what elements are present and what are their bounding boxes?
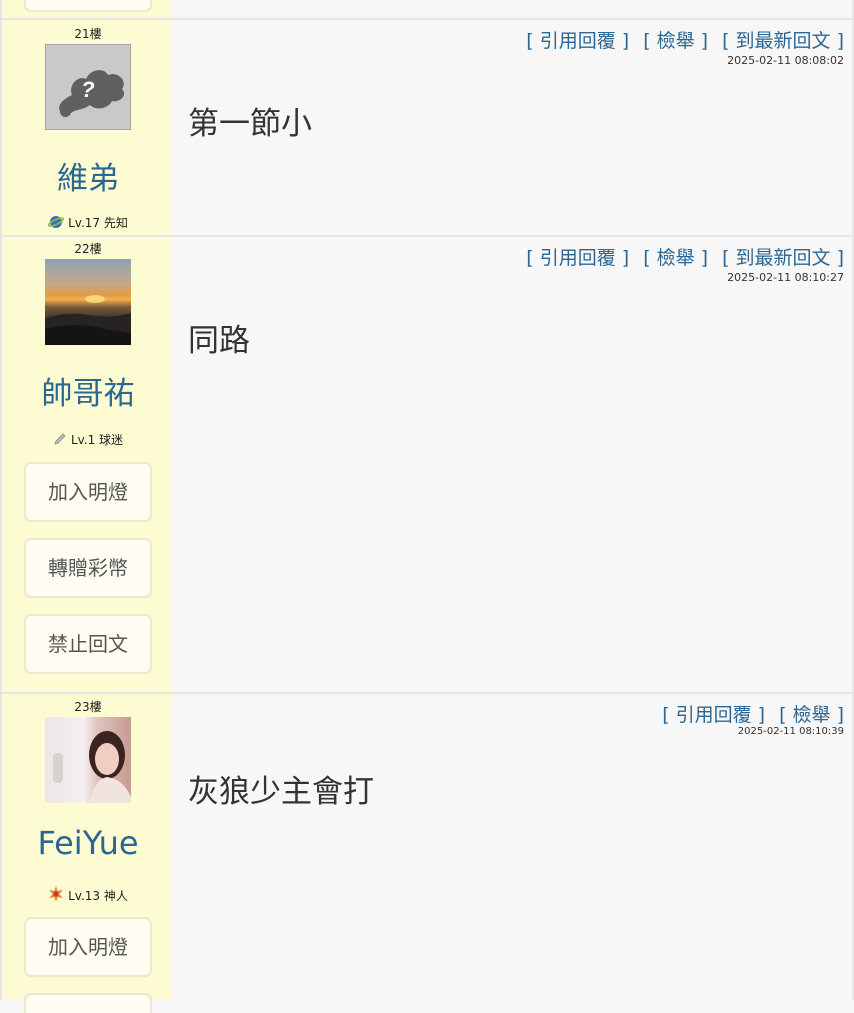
post-author-sidebar: 23樓 FeiYue Lv.13 神人 加入明燈 (0, 694, 174, 1013)
unknown-user-icon: ? (59, 70, 125, 118)
quote-reply-link[interactable]: [ 引用回覆 ] (662, 704, 765, 726)
pencil-icon (53, 432, 67, 449)
default-avatar[interactable]: ? (45, 44, 131, 130)
username[interactable]: 帥哥祐 (2, 368, 174, 413)
user-level: Lv.17 先知 (2, 214, 174, 232)
next-side-button-partial[interactable] (24, 993, 152, 1013)
portrait-photo (53, 731, 131, 803)
floor-number: 22樓 (74, 242, 102, 256)
gift-coins-button[interactable]: 轉贈彩幣 (24, 538, 152, 598)
report-link[interactable]: [ 檢舉 ] (643, 30, 708, 52)
previous-post-main (172, 0, 854, 18)
post-actions: [ 引用回覆 ] [ 檢舉 ] [ 到最新回文 ] (512, 243, 844, 270)
user-level-text: Lv.1 球迷 (70, 433, 124, 447)
username[interactable]: 維弟 (2, 153, 174, 198)
user-level: Lv.13 神人 (2, 886, 174, 905)
username[interactable]: FeiYue (2, 824, 174, 862)
add-to-beacon-button[interactable]: 加入明燈 (24, 462, 152, 522)
svg-text:?: ? (81, 77, 94, 102)
post-author-sidebar: 21樓 ? 維弟 Lv.17 先知 (0, 20, 172, 235)
post-author-sidebar: 22樓 帥哥祐 Lv.1 球迷 加入明燈 轉贈彩幣 禁止回文 (0, 237, 172, 692)
post-actions: [ 引用回覆 ] [ 檢舉 ] [ 到最新回文 ] (512, 26, 844, 53)
quote-reply-link[interactable]: [ 引用回覆 ] (526, 30, 629, 52)
go-to-latest-link[interactable]: [ 到最新回文 ] (722, 30, 844, 52)
sunset-avatar[interactable] (45, 259, 131, 345)
star-burst-icon (48, 886, 64, 905)
portrait-avatar[interactable] (45, 717, 131, 803)
post-actions: [ 引用回覆 ] [ 檢舉 ] (648, 700, 844, 727)
planet-icon (48, 215, 65, 232)
go-to-latest-link[interactable]: [ 到最新回文 ] (722, 247, 844, 269)
post-floor-22: 22樓 帥哥祐 Lv.1 球迷 加入明燈 轉贈彩幣 禁止回文 [ 引用回覆 ][… (0, 235, 854, 692)
user-level: Lv.1 球迷 (2, 431, 174, 449)
user-level-text: Lv.17 先知 (68, 216, 128, 230)
floor-number: 23樓 (74, 700, 102, 714)
quote-reply-link[interactable]: [ 引用回覆 ] (526, 247, 629, 269)
report-link[interactable]: [ 檢舉 ] (643, 247, 708, 269)
sunset-photo (45, 295, 131, 345)
post-content: 第一節小 (188, 106, 312, 142)
previous-post-side-button[interactable] (24, 0, 152, 12)
report-link[interactable]: [ 檢舉 ] (779, 704, 844, 726)
post-body: [ 引用回覆 ] [ 檢舉 ] [ 到最新回文 ] 2025-02-11 08:08… (172, 20, 854, 235)
ban-reply-button[interactable]: 禁止回文 (24, 614, 152, 674)
previous-post-remnant (0, 0, 854, 18)
post-floor-23: 23樓 FeiYue Lv.13 神人 加入明燈 [ 引用回覆 ] [ 檢舉 ] … (0, 692, 854, 1013)
floor-number: 21樓 (74, 27, 102, 41)
post-timestamp: 2025-02-11 08:08:02 (727, 54, 844, 67)
post-timestamp: 2025-02-11 08:10:27 (727, 271, 844, 284)
add-to-beacon-button[interactable]: 加入明燈 (24, 917, 152, 977)
post-body: [ 引用回覆 ] [ 檢舉 ] [ 到最新回文 ] 2025-02-11 08:10… (172, 237, 854, 692)
user-level-text: Lv.13 神人 (68, 889, 128, 903)
post-floor-21: 21樓 ? 維弟 Lv.17 先知 [ 引用回覆 ] [ 檢舉 ] [ 到最新回文 … (0, 18, 854, 235)
post-timestamp: 2025-02-11 08:10:39 (737, 726, 844, 737)
post-body: [ 引用回覆 ] [ 檢舉 ] 2025-02-11 08:10:39 灰狼少主會… (172, 694, 854, 1000)
previous-post-sidebar (0, 0, 172, 18)
post-content: 同路 (188, 323, 250, 359)
post-content: 灰狼少主會打 (188, 774, 374, 810)
